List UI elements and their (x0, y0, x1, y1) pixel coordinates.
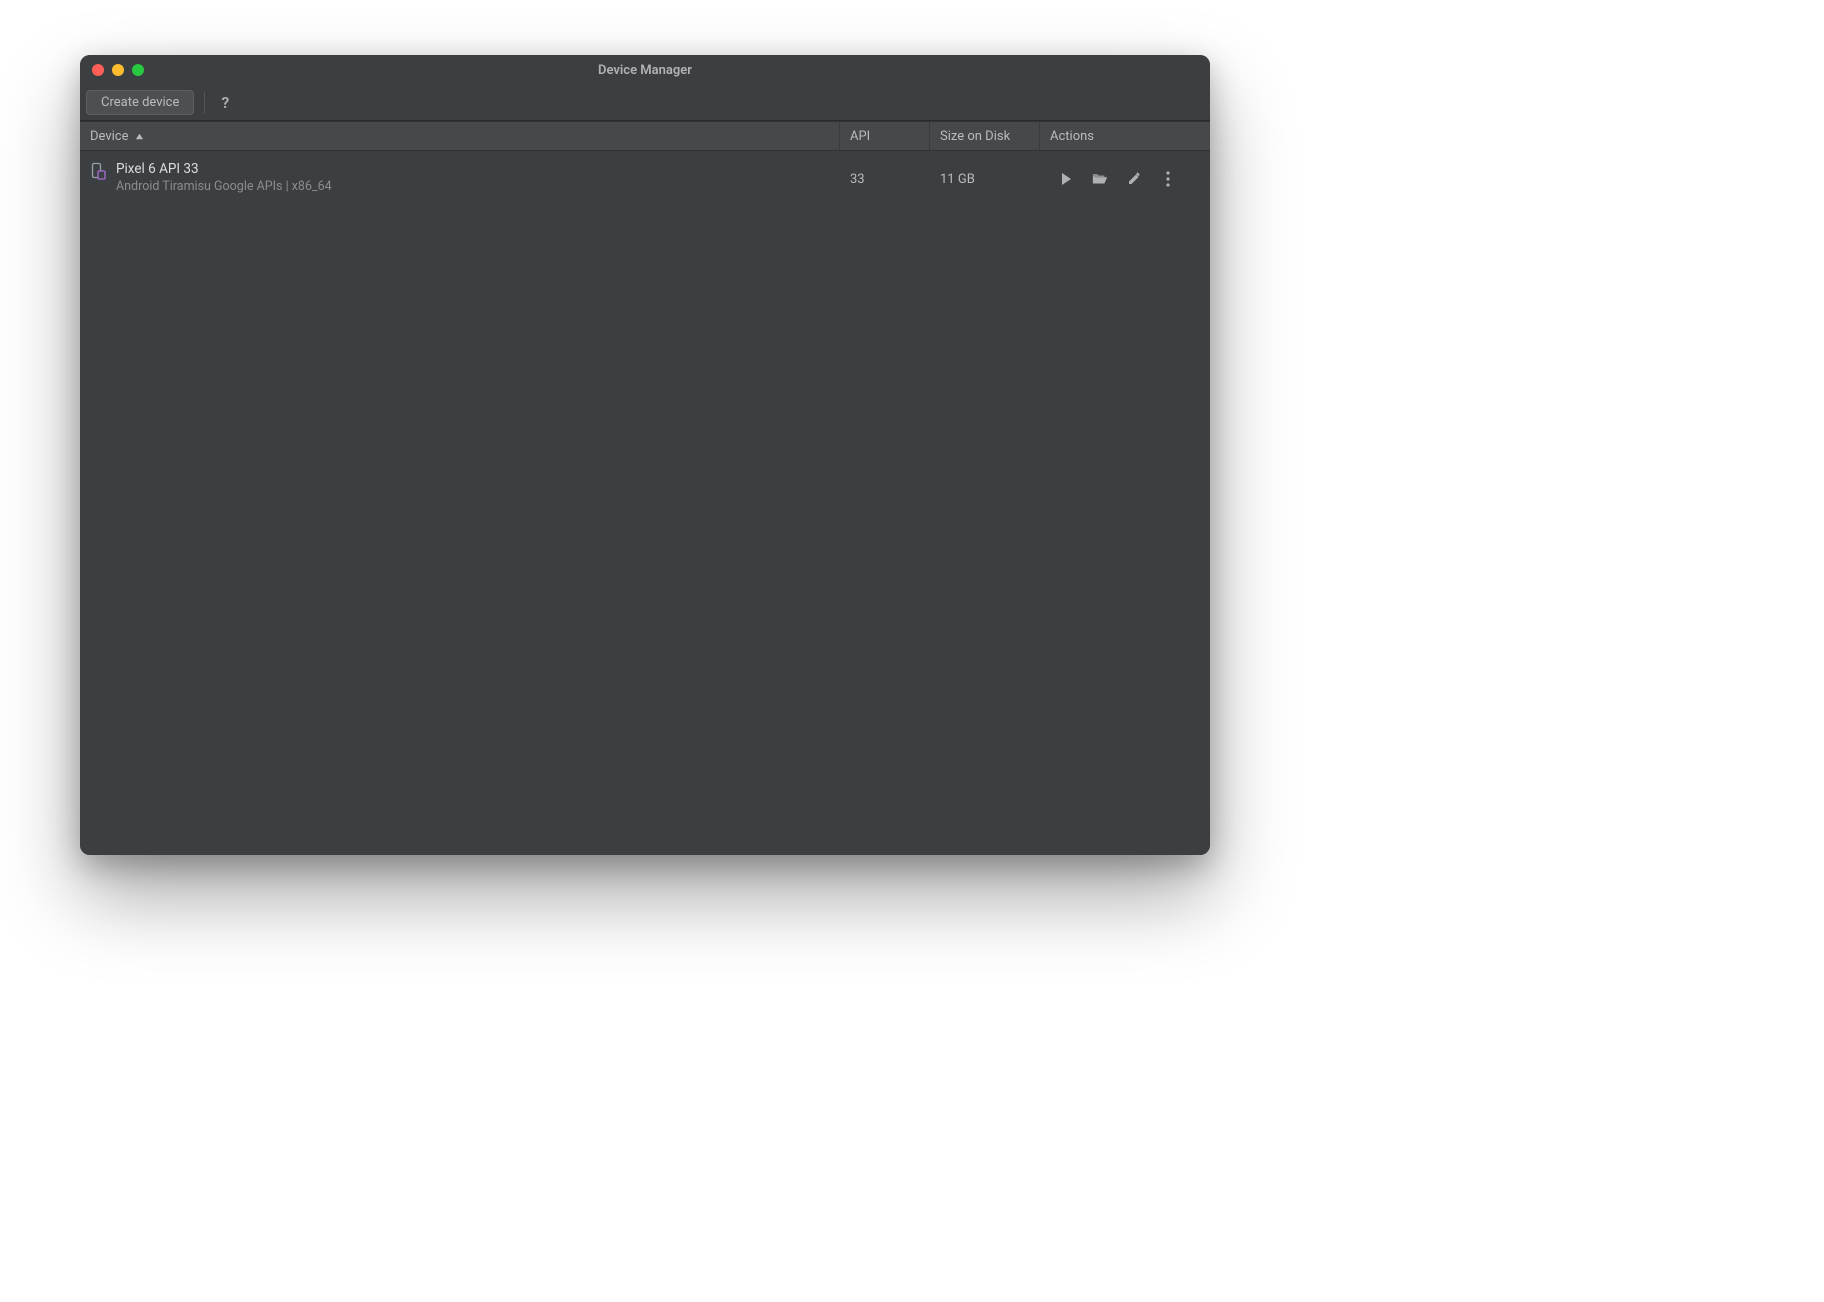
size-value: 11 GB (940, 172, 975, 187)
column-header-actions-label: Actions (1050, 129, 1094, 144)
device-subtitle: Android Tiramisu Google APIs | x86_64 (116, 179, 332, 194)
column-header-actions: Actions (1040, 122, 1210, 150)
table-header: Device API Size on Disk Actions (80, 121, 1210, 151)
api-value: 33 (850, 172, 865, 187)
toolbar: Create device ? (80, 85, 1210, 121)
column-header-size-label: Size on Disk (940, 129, 1010, 144)
sort-ascending-icon (135, 132, 144, 141)
actions-cell (1040, 151, 1210, 207)
device-text: Pixel 6 API 33 Android Tiramisu Google A… (116, 161, 332, 194)
titlebar: Device Manager (80, 55, 1210, 85)
column-header-device-label: Device (90, 129, 129, 144)
column-header-device[interactable]: Device (80, 122, 840, 150)
create-device-button[interactable]: Create device (86, 90, 194, 115)
api-cell: 33 (840, 151, 930, 207)
column-header-api[interactable]: API (840, 122, 930, 150)
help-button[interactable]: ? (215, 91, 235, 114)
device-cell: Pixel 6 API 33 Android Tiramisu Google A… (80, 151, 840, 207)
window-title: Device Manager (80, 63, 1210, 78)
edit-pencil-icon[interactable] (1126, 171, 1142, 187)
column-header-api-label: API (850, 129, 870, 144)
size-cell: 11 GB (930, 151, 1040, 207)
device-row[interactable]: Pixel 6 API 33 Android Tiramisu Google A… (80, 151, 1210, 207)
open-folder-icon[interactable] (1092, 171, 1108, 187)
device-name: Pixel 6 API 33 (116, 161, 332, 177)
table-body: Pixel 6 API 33 Android Tiramisu Google A… (80, 151, 1210, 855)
help-icon: ? (221, 93, 229, 112)
more-vertical-icon[interactable] (1160, 171, 1176, 187)
close-window-button[interactable] (92, 64, 104, 76)
traffic-lights (92, 64, 144, 76)
toolbar-separator (204, 92, 205, 114)
column-header-size[interactable]: Size on Disk (930, 122, 1040, 150)
zoom-window-button[interactable] (132, 64, 144, 76)
phone-device-icon (90, 162, 108, 180)
play-icon[interactable] (1058, 171, 1074, 187)
minimize-window-button[interactable] (112, 64, 124, 76)
device-manager-window: Device Manager Create device ? Device AP… (80, 55, 1210, 855)
